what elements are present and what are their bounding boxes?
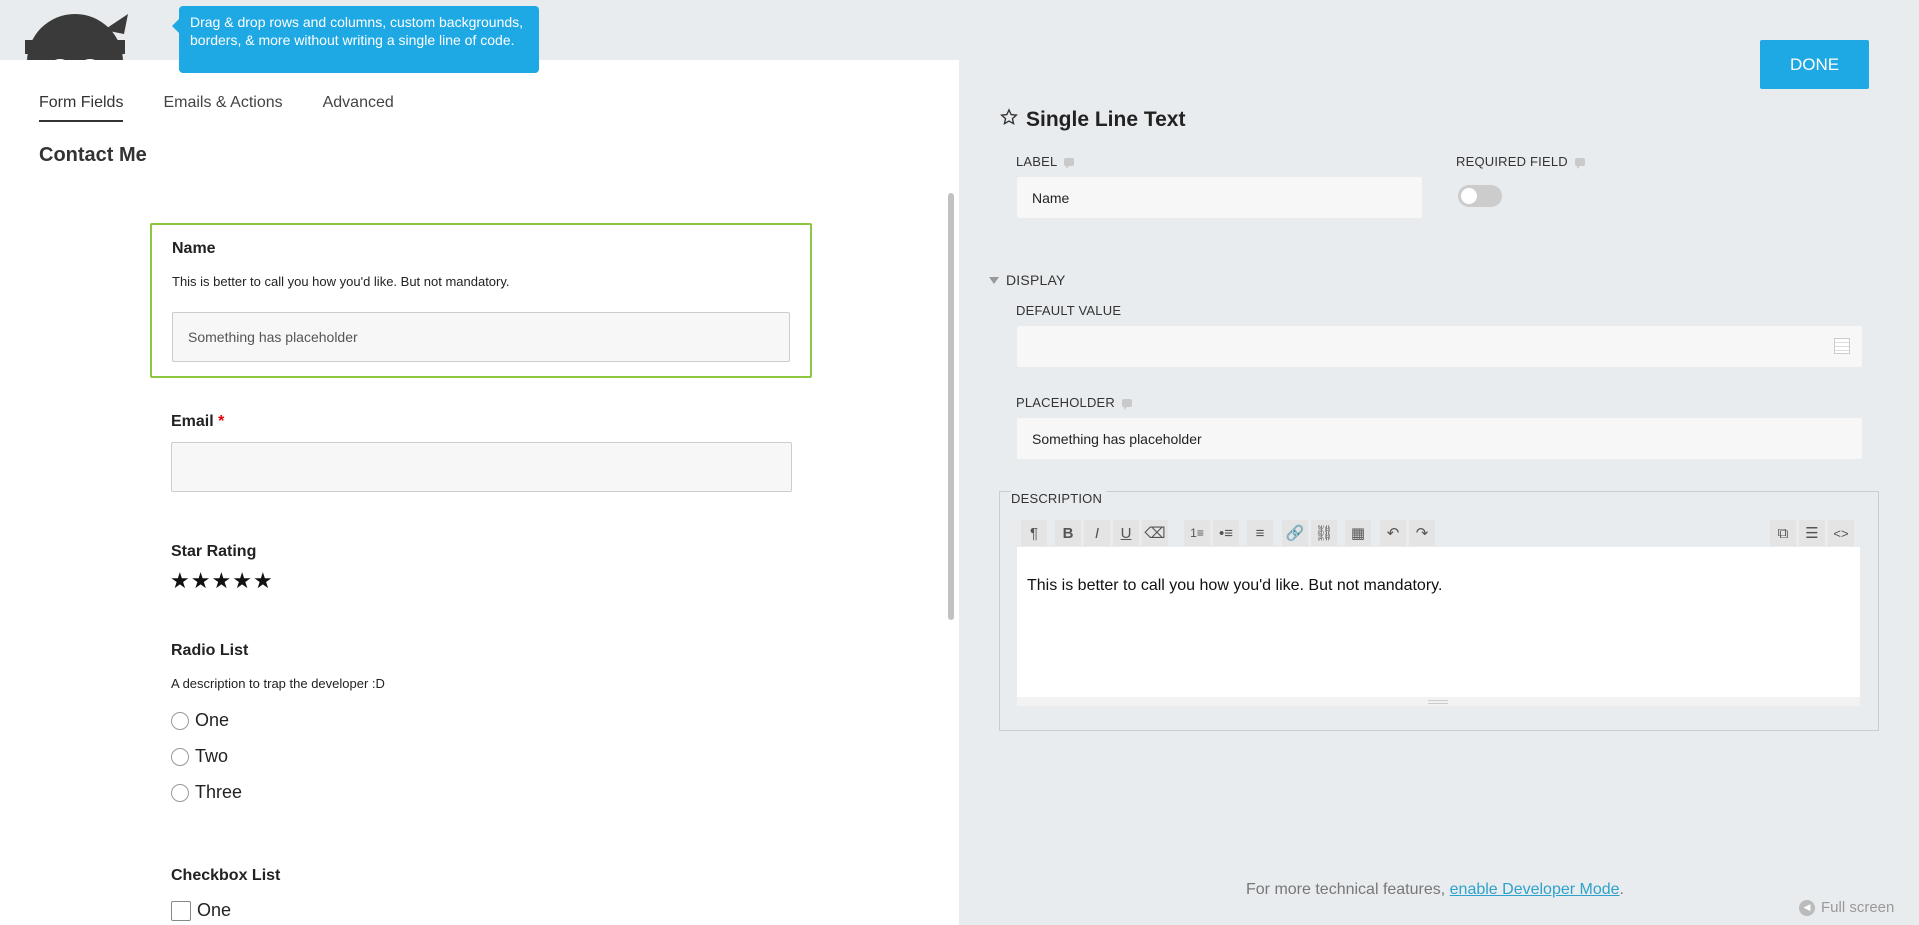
required-toggle[interactable] <box>1458 185 1502 207</box>
required-setting-label: REQUIRED FIELD <box>1456 154 1585 169</box>
radio-button[interactable] <box>171 747 189 766</box>
display-section-text: DISPLAY <box>1006 272 1066 288</box>
description-setting-text: DESCRIPTION <box>1011 491 1103 506</box>
required-asterisk: * <box>218 413 225 430</box>
code-icon[interactable]: <> <box>1828 520 1854 546</box>
italic-icon[interactable]: I <box>1084 520 1110 546</box>
star-icon[interactable]: ★ <box>191 570 211 592</box>
ordered-list-icon[interactable]: 1≡ <box>1184 520 1210 546</box>
star-icon[interactable]: ★ <box>211 570 231 592</box>
canvas-scrollbar[interactable] <box>948 193 954 620</box>
name-field-description: This is better to call you how you'd lik… <box>172 274 510 289</box>
description-fieldset: DESCRIPTION ¶ B I U ⌫ 1≡ •≡ ≡ 🔗 ⛓ ▦ ↶ ↷ … <box>999 491 1879 731</box>
star-outline-icon[interactable] <box>1000 108 1018 132</box>
radio-list-description: A description to trap the developer :D <box>171 676 385 691</box>
fullscreen-icon: ◀ <box>1799 899 1815 916</box>
tab-form-fields[interactable]: Form Fields <box>39 94 124 122</box>
merge-tags-icon[interactable] <box>1834 338 1850 354</box>
footer-end: . <box>1619 881 1624 898</box>
radio-list-label: Radio List <box>171 642 249 659</box>
form-builder-canvas: Form Fields Emails & Actions Advanced Co… <box>0 60 959 925</box>
email-label-text: Email <box>171 413 214 430</box>
name-field-card[interactable]: Name This is better to call you how you'… <box>150 223 812 378</box>
name-field-label: Name <box>172 240 216 257</box>
undo-icon[interactable]: ↶ <box>1380 520 1406 546</box>
star-icon[interactable]: ★ <box>232 570 252 592</box>
html-list-icon[interactable]: ☰ <box>1799 520 1825 546</box>
panel-title: Single Line Text <box>1000 108 1185 132</box>
form-title: Contact Me <box>39 144 147 166</box>
placeholder-input[interactable]: Something has placeholder <box>1017 418 1862 459</box>
align-left-icon[interactable]: ≡ <box>1247 520 1273 546</box>
editor-toolbar: ¶ B I U ⌫ 1≡ •≡ ≡ 🔗 ⛓ ▦ ↶ ↷ ⧉ ☰ <> <box>1021 517 1871 547</box>
description-setting-label: DESCRIPTION <box>1011 491 1107 506</box>
checkbox-option[interactable]: One <box>171 900 231 921</box>
ninja-logo-icon <box>20 10 130 60</box>
tab-emails-actions[interactable]: Emails & Actions <box>163 94 282 122</box>
star-icon[interactable]: ★ <box>170 570 190 592</box>
fullscreen-toggle[interactable]: ◀ Full screen <box>1799 899 1894 916</box>
builder-tabs: Form Fields Emails & Actions Advanced <box>39 94 394 122</box>
enable-developer-mode-link[interactable]: enable Developer Mode <box>1450 881 1620 898</box>
default-value-label: DEFAULT VALUE <box>1016 303 1121 318</box>
radio-option-label: One <box>195 710 230 730</box>
unordered-list-icon[interactable]: •≡ <box>1213 520 1239 546</box>
developer-mode-hint: For more technical features, enable Deve… <box>1246 881 1624 899</box>
star-rating-label: Star Rating <box>171 543 257 560</box>
checkbox[interactable] <box>171 900 191 921</box>
radio-option[interactable]: One <box>171 710 229 731</box>
redo-icon[interactable]: ↷ <box>1409 520 1435 546</box>
label-input-value: Name <box>1032 189 1070 206</box>
email-input[interactable] <box>171 442 792 492</box>
star-icon[interactable]: ★ <box>253 570 273 592</box>
radio-option-label: Two <box>195 746 229 766</box>
description-editor[interactable]: This is better to call you how you'd lik… <box>1017 547 1860 697</box>
email-field-label: Email * <box>171 413 224 431</box>
radio-option-label: Three <box>195 782 243 802</box>
caret-down-icon <box>989 276 999 284</box>
required-setting-text: REQUIRED FIELD <box>1456 154 1568 169</box>
eraser-icon[interactable]: ⌫ <box>1142 520 1168 546</box>
editor-resize-bar[interactable] <box>1017 697 1860 706</box>
radio-option[interactable]: Two <box>171 746 228 767</box>
help-tooltip-icon[interactable] <box>1064 157 1075 169</box>
fullscreen-label: Full screen <box>1821 899 1895 916</box>
bold-icon[interactable]: B <box>1055 520 1081 546</box>
paragraph-icon[interactable]: ¶ <box>1021 520 1047 546</box>
label-input[interactable]: Name <box>1017 177 1422 218</box>
default-value-input[interactable] <box>1017 326 1862 367</box>
radio-button[interactable] <box>171 783 189 802</box>
display-section-header[interactable]: DISPLAY <box>989 272 1066 288</box>
default-value-text: DEFAULT VALUE <box>1016 303 1122 318</box>
panel-title-text: Single Line Text <box>1026 108 1186 131</box>
underline-icon[interactable]: U <box>1113 520 1139 546</box>
tab-advanced[interactable]: Advanced <box>323 94 394 122</box>
unlink-icon[interactable]: ⛓ <box>1311 520 1337 546</box>
placeholder-setting-label: PLACEHOLDER <box>1016 395 1133 410</box>
label-setting-label: LABEL <box>1016 154 1075 169</box>
star-rating[interactable]: ★ ★ ★ ★ ★ <box>170 570 273 592</box>
placeholder-setting-text: PLACEHOLDER <box>1016 395 1116 410</box>
merge-tags-icon[interactable]: ⧉ <box>1770 520 1796 546</box>
table-icon[interactable]: ▦ <box>1345 520 1371 546</box>
help-tooltip-icon[interactable] <box>1574 157 1585 169</box>
radio-button[interactable] <box>171 711 189 730</box>
checkbox-option-label: One <box>197 900 232 920</box>
done-button[interactable]: DONE <box>1760 40 1869 89</box>
label-setting-text: LABEL <box>1016 154 1058 169</box>
field-settings-panel: DONE Single Line Text LABEL Name REQUIRE… <box>959 0 1919 925</box>
help-tooltip-icon[interactable] <box>1122 398 1133 410</box>
upsell-tooltip: Drag & drop rows and columns, custom bac… <box>172 6 539 73</box>
name-input-placeholder: Something has placeholder <box>188 329 358 345</box>
footer-text: For more technical features, <box>1246 881 1446 898</box>
link-icon[interactable]: 🔗 <box>1282 520 1308 546</box>
resize-grip-icon[interactable] <box>1428 700 1448 704</box>
placeholder-input-value: Something has placeholder <box>1032 430 1202 447</box>
radio-option[interactable]: Three <box>171 782 242 803</box>
checkbox-list-label: Checkbox List <box>171 867 281 884</box>
name-input[interactable]: Something has placeholder <box>172 312 790 362</box>
